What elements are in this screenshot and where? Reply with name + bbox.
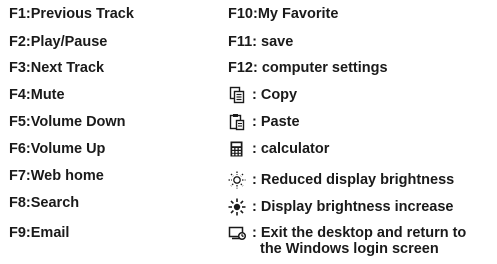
lock-screen-icon (228, 226, 247, 241)
shortcut-label: F9:Email (9, 225, 70, 241)
shortcut-lock-screen: : Exit the desktop and return to the Win… (228, 225, 497, 257)
shortcut-paste: : Paste (228, 114, 300, 131)
shortcut-f9: F9:Email (9, 225, 69, 242)
shortcut-calculator: : calculator (228, 141, 329, 158)
shortcut-label: F4:Mute (9, 87, 65, 103)
shortcut-f2: F2:Play/Pause (9, 34, 107, 51)
copy-icon (229, 86, 245, 104)
calculator-icon (230, 141, 243, 157)
brightness-up-icon (228, 198, 246, 216)
shortcut-label: F3:Next Track (9, 60, 105, 76)
paste-icon (229, 114, 245, 131)
shortcut-label: F12: computer settings (228, 60, 388, 76)
shortcut-label: F1:Previous Track (9, 6, 134, 22)
shortcut-label-line1: : Exit the desktop and return to (252, 225, 467, 241)
brightness-down-icon (228, 171, 246, 189)
shortcut-label: F8:Search (9, 195, 80, 211)
shortcut-label: : Display brightness increase (252, 199, 454, 215)
shortcut-f11: F11: save (228, 34, 293, 51)
shortcut-copy: : Copy (228, 86, 297, 104)
shortcut-label-line2: the Windows login screen (260, 241, 439, 257)
shortcut-f4: F4:Mute (9, 87, 65, 104)
shortcut-f3: F3:Next Track (9, 60, 104, 77)
shortcut-f12: F12: computer settings (228, 60, 388, 77)
shortcut-f5: F5:Volume Down (9, 114, 126, 131)
shortcut-brightness-up: : Display brightness increase (228, 198, 454, 216)
shortcut-label: : Exit the desktop and return to the Win… (228, 225, 497, 257)
shortcut-f6: F6:Volume Up (9, 141, 105, 158)
shortcut-label: F5:Volume Down (9, 114, 126, 130)
shortcut-label: F10:My Favorite (228, 6, 339, 22)
shortcut-label: : Reduced display brightness (252, 172, 455, 188)
shortcut-label: F6:Volume Up (9, 141, 106, 157)
shortcut-f8: F8:Search (9, 195, 79, 212)
shortcut-label: F2:Play/Pause (9, 34, 108, 50)
shortcut-f1: F1:Previous Track (9, 6, 134, 23)
shortcut-f7: F7:Web home (9, 168, 104, 185)
shortcut-label: F11: save (228, 34, 294, 50)
shortcut-brightness-down: : Reduced display brightness (228, 171, 455, 189)
shortcut-label: F7:Web home (9, 168, 104, 184)
shortcut-f10: F10:My Favorite (228, 6, 338, 23)
